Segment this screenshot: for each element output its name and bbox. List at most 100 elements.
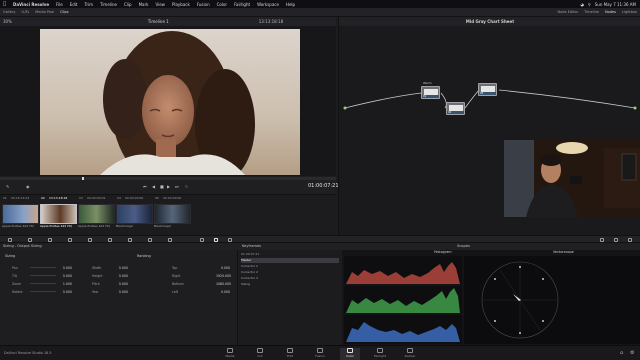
page-fairlight[interactable]: Fairlight: [370, 348, 390, 360]
slider[interactable]: [30, 275, 56, 276]
field-value[interactable]: 1920.000: [216, 274, 231, 278]
keyframe-row[interactable]: Sizing: [241, 282, 339, 287]
blur-icon[interactable]: [166, 237, 173, 243]
menu-playback[interactable]: Playback: [172, 2, 190, 7]
page-media[interactable]: Media: [220, 348, 240, 360]
tracker-icon[interactable]: [146, 237, 153, 243]
info-icon[interactable]: [626, 237, 633, 243]
toolbar-node-editor[interactable]: Node Editor: [554, 10, 581, 14]
skip-back-icon[interactable]: ⏮: [143, 184, 147, 189]
menu-timeline[interactable]: Timeline: [100, 2, 117, 7]
scopes-toggle-icon[interactable]: [612, 237, 619, 243]
keyframe-row[interactable]: Corrector 3: [241, 276, 339, 281]
field-value[interactable]: 1080.000: [216, 282, 231, 286]
menu-fairlight[interactable]: Fairlight: [234, 2, 250, 7]
menubar-clock[interactable]: Sun May 7 11:36 AM: [595, 2, 636, 7]
node-02[interactable]: 02: [446, 102, 465, 115]
clip-thumbnail[interactable]: [116, 204, 153, 224]
clip-thumbnail[interactable]: [78, 204, 115, 224]
page-fusion[interactable]: Fusion: [310, 348, 330, 360]
toolbar-luts[interactable]: LUTs: [18, 10, 32, 14]
menu-help[interactable]: Help: [286, 2, 295, 7]
playhead[interactable]: [82, 177, 84, 180]
slider[interactable]: [30, 283, 56, 284]
settings-icon[interactable]: ⚙: [630, 350, 634, 356]
scopes-panel: Histogram Vectorscope: [342, 250, 640, 345]
clip-thumbnail[interactable]: [154, 204, 191, 224]
color-wheels-icon[interactable]: [6, 237, 13, 243]
motion-effects-icon[interactable]: [86, 237, 93, 243]
toolbar-gallery[interactable]: Gallery: [0, 10, 18, 14]
field-value[interactable]: 0.000: [216, 290, 230, 294]
menu-fusion[interactable]: Fusion: [197, 2, 210, 7]
skip-forward-icon[interactable]: ⏭: [175, 184, 179, 189]
clip-thumbnail[interactable]: [40, 204, 77, 224]
play-reverse-icon[interactable]: ◀: [152, 184, 155, 189]
viewer[interactable]: [0, 26, 336, 176]
menu-workspace[interactable]: Workspace: [257, 2, 279, 7]
field-value[interactable]: 0.000: [58, 274, 72, 278]
panel-header: Sizing - Output Sizing Keyframes Scopes: [0, 243, 640, 250]
page-cut[interactable]: Cut: [250, 348, 270, 360]
primaries-icon[interactable]: [46, 237, 53, 243]
field-value[interactable]: 0.000: [114, 274, 128, 278]
presenter-webcam: [504, 140, 640, 217]
keyframe-row-master[interactable]: Master: [241, 258, 339, 263]
color-icon: [347, 348, 353, 353]
field-value[interactable]: 0.000: [58, 290, 72, 294]
vectorscope-title[interactable]: Vectorscope: [553, 250, 574, 254]
3d-icon[interactable]: [226, 237, 233, 243]
field-value[interactable]: 0.000: [216, 266, 230, 270]
menu-clip[interactable]: Clip: [124, 2, 132, 7]
menu-trim[interactable]: Trim: [84, 2, 93, 7]
viewer-zoom[interactable]: 30%: [3, 19, 12, 24]
menu-color[interactable]: Color: [217, 2, 227, 7]
stop-icon[interactable]: ■: [160, 184, 164, 189]
search-icon[interactable]: ⚲: [588, 2, 591, 7]
loop-icon[interactable]: ↻: [185, 184, 188, 189]
sizing-title[interactable]: Sizing - Output Sizing: [3, 244, 42, 248]
page-color[interactable]: Color: [340, 348, 360, 360]
toolbar-lightbox[interactable]: Lightbox: [619, 10, 640, 14]
viewer-mode-icon[interactable]: ◉: [26, 184, 30, 189]
sizing-icon[interactable]: [212, 237, 219, 243]
home-icon[interactable]: ⌂: [620, 350, 623, 356]
window-icon[interactable]: [126, 237, 133, 243]
menu-mark[interactable]: Mark: [139, 2, 149, 7]
toolbar-nodes[interactable]: Nodes: [602, 10, 619, 14]
menu-view[interactable]: View: [155, 2, 165, 7]
menu-edit[interactable]: Edit: [70, 2, 78, 7]
field-value[interactable]: 0.000: [58, 266, 72, 270]
scrubber-bar[interactable]: [0, 177, 336, 180]
field-value[interactable]: 1.000: [58, 282, 72, 286]
page-edit[interactable]: Edit: [280, 348, 300, 360]
qualifier-icon[interactable]: [106, 237, 113, 243]
rgb-mixer-icon[interactable]: [66, 237, 73, 243]
field-value[interactable]: 0.000: [114, 290, 128, 294]
clip-thumbnail[interactable]: [2, 204, 39, 224]
wifi-icon[interactable]: ◕: [580, 2, 584, 7]
slider[interactable]: [30, 267, 56, 268]
keyframe-row[interactable]: Corrector 2: [241, 270, 339, 275]
app-menu[interactable]: DaVinci Resolve: [13, 2, 49, 7]
field-value[interactable]: 0.000: [114, 282, 128, 286]
play-icon[interactable]: ▶: [167, 184, 170, 189]
node-03[interactable]: 03: [478, 83, 497, 96]
clip-timecode: 13:13:18:18: [49, 196, 68, 200]
viewer-tool-icon[interactable]: ✎: [6, 184, 9, 189]
sizing-panel: Sizing Ranking Pan 0.000 Tilt 0.000 Zoom…: [0, 250, 238, 345]
toolbar-media-pool[interactable]: Media Pool: [32, 10, 57, 14]
toolbar-timeline[interactable]: Timeline: [581, 10, 602, 14]
key-icon[interactable]: [198, 237, 205, 243]
timeline-name[interactable]: Timeline 1: [148, 19, 169, 24]
curves-icon[interactable]: [26, 237, 33, 243]
toolbar-clips[interactable]: Clips: [57, 10, 71, 14]
apple-icon[interactable]: : [3, 1, 6, 7]
slider[interactable]: [30, 291, 56, 292]
field-value[interactable]: 0.000: [114, 266, 128, 270]
keyframe-row[interactable]: Corrector 1: [241, 264, 339, 269]
keyframes-toggle-icon[interactable]: [598, 237, 605, 243]
node-01[interactable]: 01: [421, 86, 440, 99]
menu-file[interactable]: File: [56, 2, 63, 7]
page-deliver[interactable]: Deliver: [400, 348, 420, 360]
